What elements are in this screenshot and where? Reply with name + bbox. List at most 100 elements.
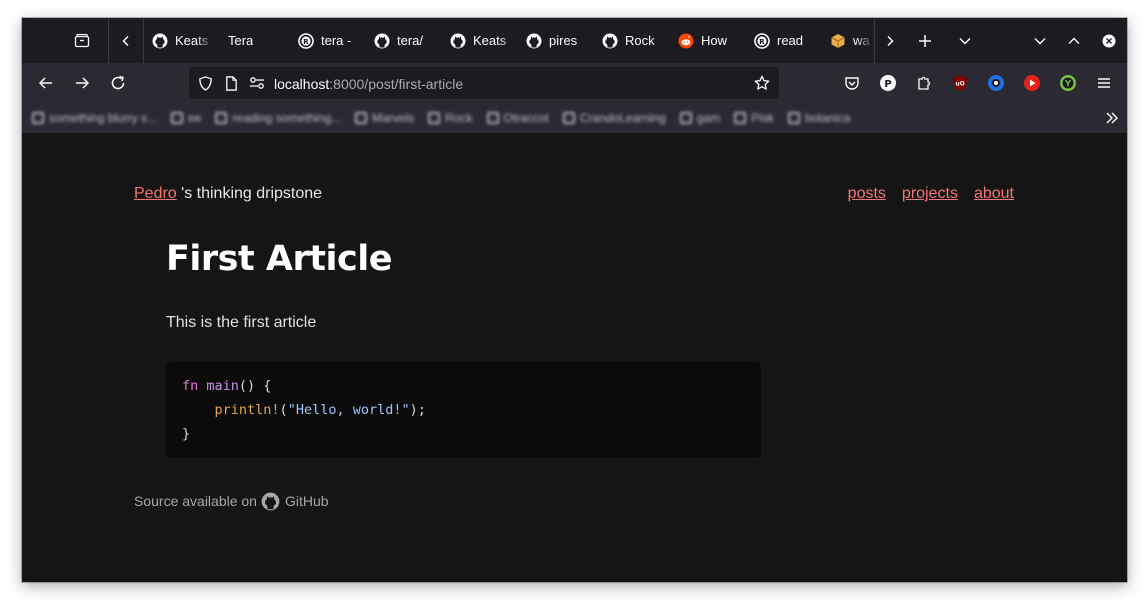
bookmark-item[interactable]: Marvels (355, 111, 414, 125)
tab-title: How (701, 33, 728, 48)
bookmark-item[interactable]: ee (171, 111, 201, 125)
chevron-left-icon (122, 35, 129, 46)
bookmark-star-icon[interactable] (749, 67, 775, 99)
bookmark-item[interactable]: reading something... (215, 111, 341, 125)
tab-keats-1[interactable]: Keats (144, 18, 214, 63)
code-punctuation: () { (238, 378, 272, 394)
folder-icon (355, 112, 368, 124)
minimize-button[interactable] (1023, 25, 1057, 57)
tab-tera[interactable]: Tera (214, 18, 290, 63)
firefox-view-button[interactable] (66, 25, 98, 57)
site-nav: posts projects about (848, 185, 1014, 203)
new-tab-button[interactable] (905, 25, 945, 57)
article-title: First Article (166, 239, 392, 279)
blue-circle-icon (988, 75, 1004, 91)
nav-projects-link[interactable]: projects (902, 185, 958, 203)
bookmark-label: ee (188, 111, 202, 125)
bookmark-item[interactable]: CrandoLearning (562, 111, 666, 125)
p-circle-icon: P (880, 75, 896, 91)
shield-icon[interactable] (192, 67, 218, 99)
pocket-icon (845, 77, 859, 90)
folder-icon (486, 112, 499, 124)
code-punctuation: ); (409, 402, 426, 418)
extension-p-button[interactable]: P (870, 67, 906, 99)
extension-green-button[interactable] (1050, 67, 1086, 99)
tab-read-rust[interactable]: R read (746, 18, 822, 63)
puzzle-icon (918, 76, 931, 90)
list-all-tabs-button[interactable] (945, 25, 985, 57)
tab-scroll-left-button[interactable] (109, 25, 143, 57)
tab-keats-2[interactable]: Keats (442, 18, 518, 63)
github-icon (602, 33, 618, 49)
extension-blue-button[interactable] (978, 67, 1014, 99)
permissions-icon[interactable] (244, 67, 270, 99)
back-button[interactable] (30, 67, 62, 99)
youtube-icon (1024, 75, 1040, 91)
bookmark-item[interactable]: Otraccot (486, 111, 549, 125)
nav-posts-link[interactable]: posts (848, 185, 886, 203)
code-keyword: fn (182, 378, 199, 394)
tab-tera-github[interactable]: tera/ (366, 18, 442, 63)
nav-about-link[interactable]: about (974, 185, 1014, 203)
pocket-button[interactable] (834, 67, 870, 99)
firefox-view-icon (74, 33, 90, 47)
tab-scroll-right-button[interactable] (875, 25, 905, 57)
bookmark-label: gam (696, 111, 721, 125)
bookmark-item[interactable]: botanica (787, 111, 850, 125)
code-string: "Hello, world!" (287, 402, 410, 418)
bookmark-item[interactable]: Rock (428, 111, 473, 125)
app-menu-button[interactable] (1086, 67, 1122, 99)
green-circle-icon (1060, 75, 1076, 91)
chevron-right-icon (887, 35, 894, 46)
tab-title: Tera (228, 33, 254, 48)
forward-button[interactable] (66, 67, 98, 99)
github-link[interactable]: GitHub (285, 493, 329, 509)
chevron-down-icon (959, 37, 971, 45)
reload-button[interactable] (102, 67, 134, 99)
ublock-button[interactable]: uO (942, 67, 978, 99)
tab-title: Rock (625, 33, 655, 48)
bookmark-item[interactable]: something blurry s... (32, 111, 157, 125)
site-header: Pedro 's thinking dripstone posts projec… (134, 185, 1014, 207)
tab-rock[interactable]: Rock (594, 18, 670, 63)
ublock-icon: uO (953, 75, 967, 91)
bookmark-label: reading something... (232, 111, 342, 125)
bookmark-label: Rock (445, 111, 473, 125)
folder-icon (679, 112, 692, 124)
svg-text:uO: uO (955, 80, 964, 87)
tab-tera-rust[interactable]: R tera - (290, 18, 366, 63)
folder-icon (734, 112, 747, 124)
folder-icon (215, 112, 228, 124)
folder-icon (787, 112, 800, 124)
bookmarks-toolbar: something blurry s... ee reading somethi… (22, 103, 1127, 133)
reload-icon (111, 75, 125, 90)
youtube-extension-button[interactable] (1014, 67, 1050, 99)
site-tagline: 's thinking dripstone (176, 185, 323, 202)
tab-title: pires (549, 33, 578, 48)
page-icon[interactable] (218, 67, 244, 99)
svg-text:P: P (884, 79, 891, 90)
bookmark-label: CrandoLearning (579, 111, 666, 125)
tab-wa[interactable]: wa (822, 18, 874, 63)
bookmarks-overflow-button[interactable] (1105, 103, 1119, 133)
url-bar[interactable]: localhost:8000/post/first-article (189, 67, 779, 99)
url-text[interactable]: localhost:8000/post/first-article (274, 74, 463, 93)
tab-title: wa (853, 33, 870, 48)
svg-text:R: R (759, 37, 765, 45)
browser-window: Keats Tera R tera - tera/ Keats pires Ro… (22, 18, 1127, 582)
close-icon (1102, 34, 1116, 47)
author-link[interactable]: Pedro (134, 185, 177, 202)
code-macro: println! (214, 402, 280, 418)
tab-list: Keats Tera R tera - tera/ Keats pires Ro… (144, 18, 874, 63)
github-icon (374, 33, 390, 49)
tab-title: tera - (321, 33, 352, 48)
maximize-button[interactable] (1057, 25, 1091, 57)
close-window-button[interactable] (1091, 25, 1127, 57)
tab-how-reddit[interactable]: How (670, 18, 746, 63)
bookmark-item[interactable]: Pisk (734, 111, 774, 125)
extensions-button[interactable] (906, 67, 942, 99)
bookmark-item[interactable]: gam (679, 111, 721, 125)
github-icon (152, 33, 168, 49)
tab-pires[interactable]: pires (518, 18, 594, 63)
folder-icon (562, 112, 575, 124)
